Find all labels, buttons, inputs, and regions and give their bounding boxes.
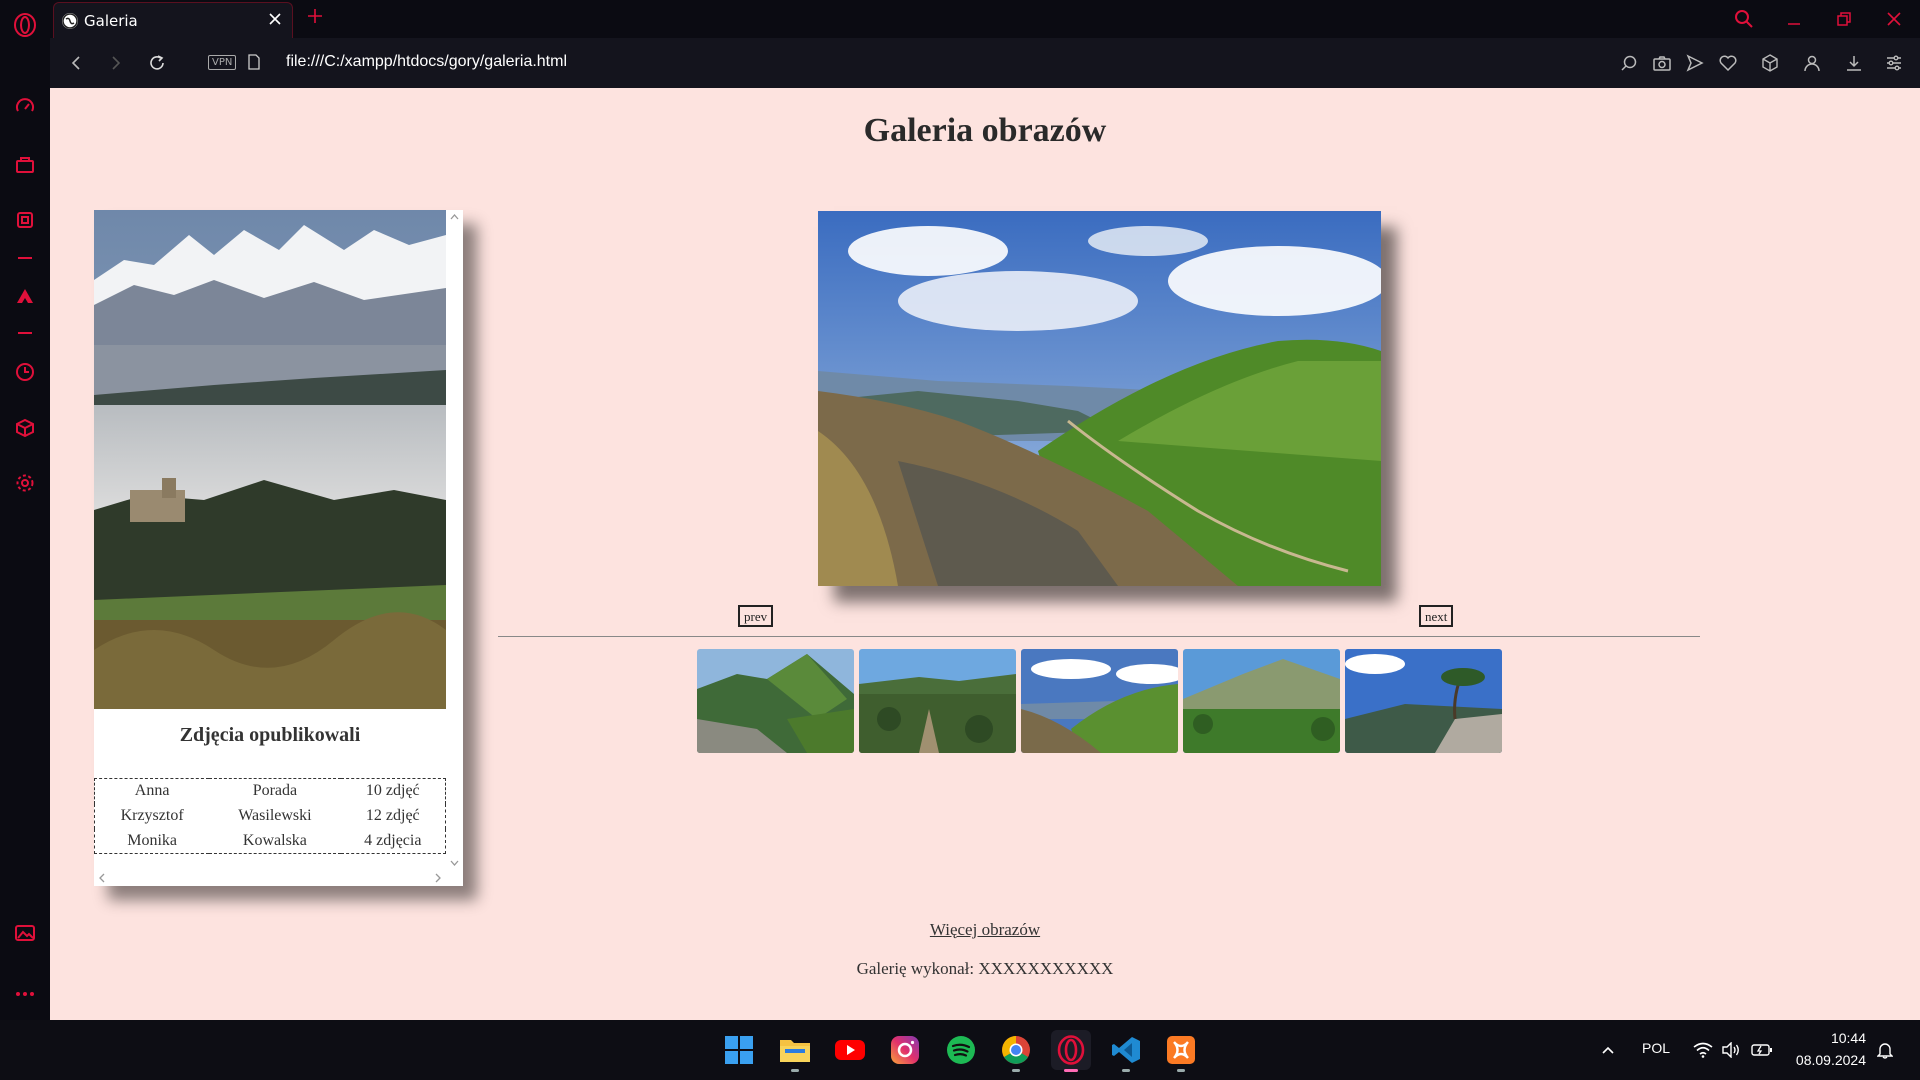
table-row: Anna Porada 10 zdjęć [95,779,446,804]
sidebar-separator [18,332,32,334]
more-images-link[interactable]: Więcej obrazów [50,920,1920,940]
castle-mountain-photo [94,210,446,709]
tab-galeria[interactable]: Galeria [53,2,293,38]
table-row: Krzysztof Wasilewski 12 zdjęć [95,804,446,829]
next-button[interactable]: next [1419,605,1454,627]
more-options-icon[interactable] [12,981,38,1007]
address-bar: VPN file:///C:/xampp/htdocs/gory/galeria… [50,38,1920,88]
author-last-name: Kowalska [242,831,307,849]
minimize-icon[interactable] [1783,8,1805,30]
author-last-name: Wasilewski [238,807,312,824]
extensions-toolbar-icon[interactable] [1760,53,1780,73]
close-tab-icon[interactable] [268,12,282,30]
page-title: Galeria obrazów [863,112,1107,149]
active-indicator [1064,1069,1078,1072]
close-window-icon[interactable] [1883,8,1905,30]
easy-setup-icon[interactable] [1884,53,1904,73]
tab-title: Galeria [84,11,138,30]
clock-date[interactable]: 08.09.2024 [1796,1052,1866,1068]
sidebar-separator [18,257,32,259]
authors-panel[interactable]: Zdjęcia opublikowali Anna Porada 10 zdję… [94,210,463,886]
download-icon[interactable] [1844,53,1864,73]
table-row: Monika Kowalska 4 zdjęcia [95,829,446,854]
thumbnail-4[interactable] [1183,649,1340,753]
instagram-icon[interactable] [885,1030,925,1070]
forward-icon[interactable] [105,52,127,74]
settings-icon[interactable] [12,470,38,496]
author-first-name: Monika [127,831,177,849]
bookmark-heart-icon[interactable] [1718,53,1738,73]
spotify-icon[interactable] [941,1030,981,1070]
tab-bar: Galeria [50,0,1920,38]
page-icon[interactable] [248,54,260,74]
running-indicator [1177,1069,1185,1072]
search-tabs-icon[interactable] [1733,8,1755,30]
speed-dial-icon[interactable] [12,94,38,120]
volume-icon[interactable] [1718,1030,1744,1070]
vpn-badge[interactable]: VPN [208,55,237,70]
author-first-name: Krzysztof [120,807,184,824]
file-explorer-icon[interactable] [775,1030,815,1072]
gallery-sidebar-icon[interactable] [12,920,38,946]
running-indicator [791,1069,799,1072]
author-first-name: Anna [134,782,170,800]
language-indicator[interactable]: POL [1642,1040,1670,1056]
url-field[interactable]: file:///C:/xampp/htdocs/gory/galeria.htm… [286,53,567,71]
aria-icon[interactable] [12,207,38,233]
back-icon[interactable] [65,52,87,74]
thumbnail-2[interactable] [859,649,1016,753]
vertical-scrollbar[interactable] [446,210,463,870]
new-tab-icon[interactable] [307,8,323,28]
clock-time[interactable]: 10:44 [1831,1030,1866,1046]
vscode-icon[interactable] [1106,1030,1146,1072]
running-indicator [1012,1069,1020,1072]
opera-sidebar [0,0,50,1020]
send-icon[interactable] [1685,53,1705,73]
search-page-icon[interactable] [1619,53,1639,73]
author-photo-count: 4 zdjęcia [364,831,422,849]
extensions-icon[interactable] [12,415,38,441]
globe-icon [62,12,78,29]
chrome-icon[interactable] [996,1030,1036,1072]
tray-chevron-up-icon[interactable] [1588,1030,1628,1070]
notification-bell-icon[interactable] [1872,1030,1898,1070]
authors-table: Anna Porada 10 zdjęć Krzysztof Wasilewsk… [94,778,446,854]
wifi-icon[interactable] [1690,1030,1716,1070]
youtube-icon[interactable] [830,1030,870,1070]
restore-icon[interactable] [1833,8,1855,30]
taskbar: POL 10:44 08.09.2024 [0,1020,1920,1080]
author-last-name: Porada [252,782,298,800]
thumbnail-3[interactable] [1021,649,1178,753]
profile-icon[interactable] [1802,53,1822,73]
battery-icon[interactable] [1748,1030,1776,1070]
horizontal-scrollbar[interactable] [94,870,446,886]
main-gallery-photo [818,211,1381,586]
authors-heading: Zdjęcia opublikowali [179,724,361,746]
running-indicator [1122,1069,1130,1072]
xampp-icon[interactable] [1161,1030,1201,1072]
thumbnail-5[interactable] [1345,649,1502,753]
thumbnail-1[interactable] [697,649,854,753]
author-photo-count: 12 zdjęć [365,807,420,824]
opera-taskbar-icon[interactable] [1051,1030,1091,1072]
page-viewport: Galeria obrazów Zdjęcia opublikowali Ann… [50,88,1920,1020]
gallery-divider [498,636,1700,637]
windows-start-icon[interactable] [719,1030,759,1070]
shopping-icon[interactable] [12,151,38,177]
author-photo-count: 10 zdjęć [365,782,420,800]
reload-icon[interactable] [146,52,168,74]
snapshot-icon[interactable] [1652,53,1672,73]
gallery-footer: Galerię wykonał: XXXXXXXXXXX [856,959,1114,978]
history-icon[interactable] [12,359,38,385]
opera-logo-icon[interactable] [12,12,38,38]
opera-mark-icon[interactable] [12,283,38,309]
prev-button[interactable]: prev [738,605,774,627]
